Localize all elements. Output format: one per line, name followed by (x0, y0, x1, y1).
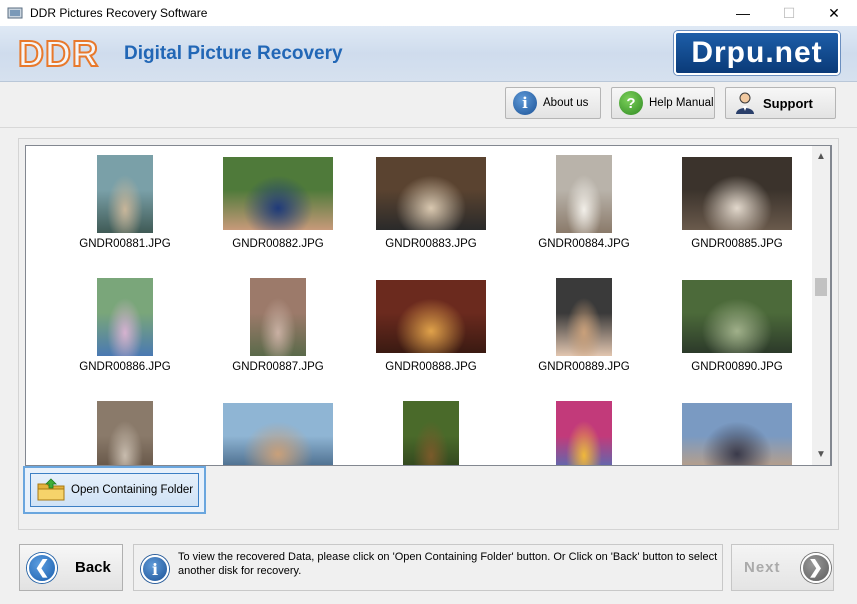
question-icon: ? (619, 91, 643, 115)
next-label: Next (744, 559, 781, 576)
photo-thumbnail[interactable] (556, 401, 612, 465)
vertical-scrollbar[interactable]: ▲ ▼ (812, 145, 831, 466)
drpu-logo[interactable]: Drpu.net (674, 31, 840, 75)
thumbnail-gallery[interactable]: GNDR00881.JPG GNDR00882.JPG GNDR00883.JPG G… (25, 145, 832, 466)
scroll-up-arrow-icon[interactable]: ▲ (812, 148, 830, 165)
thumbnail-filename: GNDR00888.JPG (385, 361, 477, 373)
next-button[interactable]: Next ❯ (731, 544, 834, 591)
support-button[interactable]: Support (725, 87, 836, 119)
thumbnail-filename: GNDR00883.JPG (385, 238, 477, 250)
open-containing-folder-label: Open Containing Folder (71, 484, 194, 496)
app-name: Digital Picture Recovery (124, 43, 343, 64)
arrow-right-icon: ❯ (800, 552, 831, 583)
thumbnail-item[interactable]: GNDR00884.JPG (514, 154, 654, 274)
back-label: Back (75, 559, 111, 576)
thumbnail-item[interactable] (361, 400, 501, 465)
photo-thumbnail[interactable] (682, 403, 792, 465)
header-banner: DDR Digital Picture Recovery Drpu.net (0, 26, 857, 82)
ddr-logo: DDR (17, 33, 99, 75)
photo-thumbnail[interactable] (223, 157, 333, 230)
thumbnail-filename: GNDR00882.JPG (232, 238, 324, 250)
photo-thumbnail[interactable] (376, 280, 486, 353)
info-message-box: i To view the recovered Data, please cli… (133, 544, 723, 591)
arrow-left-icon: ❮ (27, 552, 57, 583)
info-icon: i (513, 91, 537, 115)
info-message: To view the recovered Data, please click… (178, 551, 718, 577)
thumbnail-item[interactable]: GNDR00886.JPG (55, 277, 195, 397)
scroll-down-arrow-icon[interactable]: ▼ (812, 446, 830, 463)
thumbnail-item[interactable]: GNDR00885.JPG (667, 154, 807, 274)
maximize-button[interactable]: ☐ (766, 0, 812, 26)
close-button[interactable]: ✕ (811, 0, 857, 26)
support-label: Support (763, 95, 813, 111)
photo-thumbnail[interactable] (556, 155, 612, 233)
thumbnail-filename: GNDR00886.JPG (79, 361, 171, 373)
info-icon: i (141, 555, 169, 583)
title-bar: DDR Pictures Recovery Software — ☐ ✕ (0, 0, 857, 26)
photo-thumbnail[interactable] (223, 403, 333, 465)
window-title: DDR Pictures Recovery Software (30, 6, 208, 20)
thumbnail-item[interactable] (514, 400, 654, 465)
photo-thumbnail[interactable] (682, 280, 792, 353)
thumbnail-filename: GNDR00881.JPG (79, 238, 171, 250)
thumbnail-filename: GNDR00890.JPG (691, 361, 783, 373)
help-manual-button[interactable]: ? Help Manual (611, 87, 715, 119)
scroll-thumb[interactable] (815, 278, 827, 296)
photo-thumbnail[interactable] (403, 401, 459, 465)
photo-thumbnail[interactable] (97, 155, 153, 233)
thumbnail-item[interactable]: GNDR00881.JPG (55, 154, 195, 274)
open-folder-icon (37, 478, 65, 501)
thumbnail-filename: GNDR00889.JPG (538, 361, 630, 373)
toolbar: i About us ? Help Manual Support (0, 82, 857, 128)
photo-thumbnail[interactable] (376, 157, 486, 230)
open-containing-folder-button[interactable]: Open Containing Folder (23, 466, 206, 514)
photo-thumbnail[interactable] (97, 278, 153, 356)
support-person-icon (736, 92, 754, 114)
help-manual-label: Help Manual (649, 97, 714, 109)
thumbnail-item[interactable]: GNDR00883.JPG (361, 154, 501, 274)
thumbnail-item[interactable]: GNDR00882.JPG (208, 154, 348, 274)
thumbnail-item[interactable] (667, 400, 807, 465)
thumbnail-item[interactable]: GNDR00890.JPG (667, 277, 807, 397)
thumbnail-filename: GNDR00885.JPG (691, 238, 783, 250)
thumbnail-item[interactable] (55, 400, 195, 465)
about-us-button[interactable]: i About us (505, 87, 601, 119)
photo-thumbnail[interactable] (97, 401, 153, 465)
photo-thumbnail[interactable] (556, 278, 612, 356)
thumbnail-item[interactable]: GNDR00888.JPG (361, 277, 501, 397)
thumbnail-item[interactable]: GNDR00889.JPG (514, 277, 654, 397)
thumbnail-filename: GNDR00887.JPG (232, 361, 324, 373)
app-icon (7, 7, 23, 19)
thumbnail-item[interactable] (208, 400, 348, 465)
thumbnail-filename: GNDR00884.JPG (538, 238, 630, 250)
thumbnail-item[interactable]: GNDR00887.JPG (208, 277, 348, 397)
about-us-label: About us (543, 97, 589, 109)
photo-thumbnail[interactable] (250, 278, 306, 356)
back-button[interactable]: ❮ Back (19, 544, 123, 591)
photo-thumbnail[interactable] (682, 157, 792, 230)
minimize-button[interactable]: — (720, 0, 766, 26)
